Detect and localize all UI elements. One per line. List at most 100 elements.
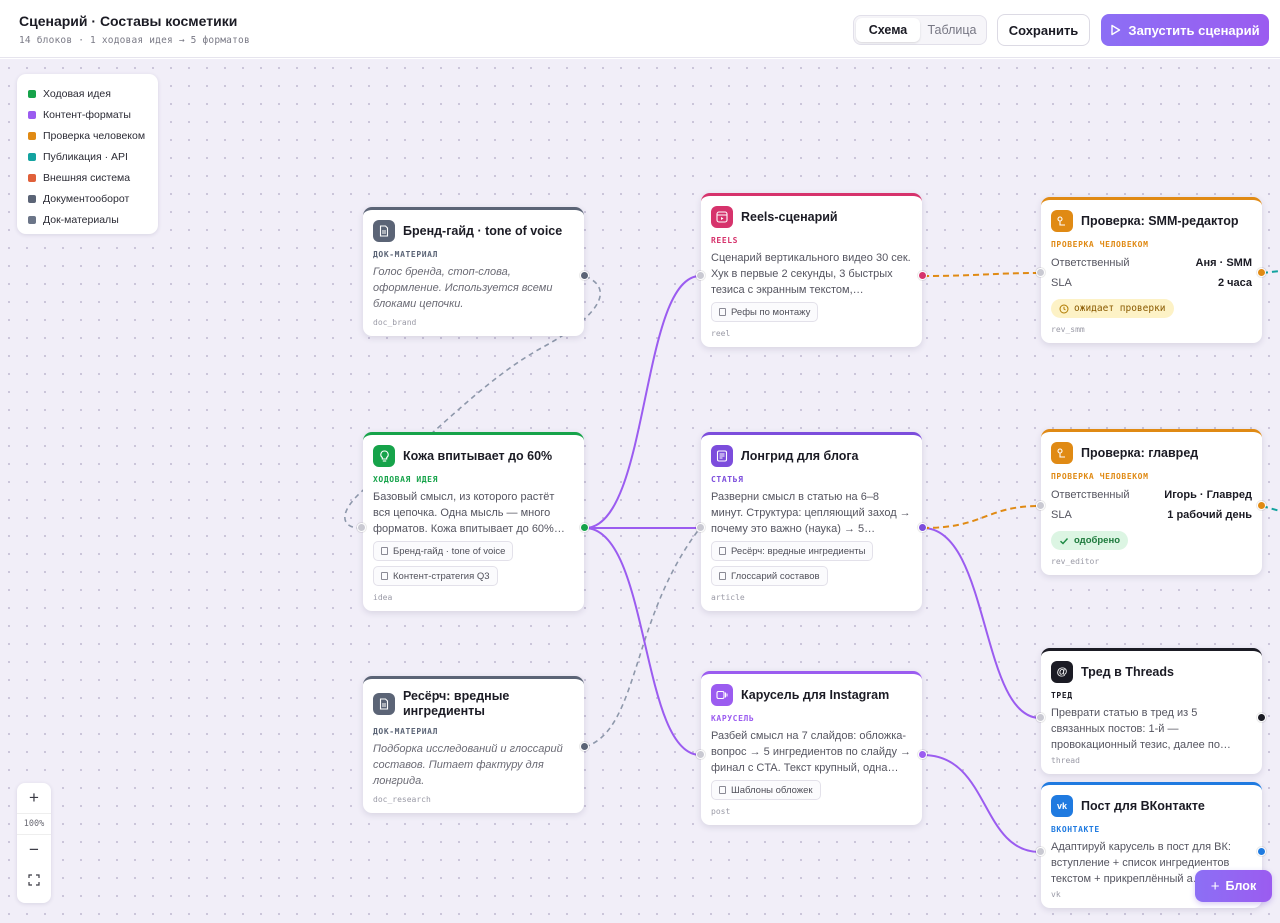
port-reels-in[interactable] <box>696 271 705 280</box>
node-description: Подборка исследований и глоссарий состав… <box>373 743 563 787</box>
fit-view-button[interactable] <box>17 865 51 895</box>
node-type: ХОДОВАЯ ИДЕЯ <box>373 475 438 484</box>
port-editor-in[interactable] <box>1036 501 1045 510</box>
node-reels[interactable]: Reels-сценарий REELS Сценарий вертикальн… <box>701 193 922 347</box>
port-longread-in[interactable] <box>696 523 705 532</box>
view-toggle: Схема Таблица <box>853 15 987 45</box>
tag-label: Бренд-гайд · tone of voice <box>393 545 506 557</box>
tag-list: Шаблоны обложек <box>701 775 922 805</box>
owner-label: Ответственный <box>1051 489 1130 501</box>
run-scenario-label: Запустить сценарий <box>1128 22 1260 38</box>
port-carousel-in[interactable] <box>696 750 705 759</box>
sla-row: SLA 2 часа <box>1041 273 1262 293</box>
node-description: Преврати статью в тред из 5 связанных по… <box>1051 707 1231 750</box>
add-block-label: Блок <box>1225 879 1257 893</box>
owner-label: Ответственный <box>1051 257 1130 269</box>
node-threads[interactable]: @ Тред в Threads ТРЕД Преврати статью в т… <box>1041 648 1262 774</box>
edge-idea-carousel <box>584 527 701 756</box>
check-icon <box>1060 537 1069 544</box>
node-id: rev_smm <box>1051 324 1085 334</box>
legend-item: Док-материалы <box>28 209 158 230</box>
node-id: doc_research <box>373 795 431 804</box>
node-type: ПРОВЕРКА ЧЕЛОВЕКОМ <box>1051 472 1149 481</box>
plus-icon: + <box>1210 877 1220 895</box>
port-research-out[interactable] <box>580 742 589 751</box>
doc-tag[interactable]: Ресёрч: вредные ингредиенты <box>711 541 874 561</box>
node-title: Лонгрид для блога <box>741 448 859 463</box>
port-editor-out[interactable] <box>1257 501 1266 510</box>
node-title: Кожа впитывает до 60% <box>403 448 553 463</box>
legend-item: Проверка человеком <box>28 125 158 146</box>
port-carousel-out[interactable] <box>918 750 927 759</box>
node-review-editor[interactable]: Проверка: главред ПРОВЕРКА ЧЕЛОВЕКОМ Отв… <box>1041 429 1262 575</box>
doc-tag[interactable]: Рефы по монтажу <box>711 302 819 322</box>
legend-item: Внешняя система <box>28 167 158 188</box>
document-icon <box>373 693 395 715</box>
node-id: post <box>711 807 731 816</box>
tab-table[interactable]: Таблица <box>920 18 984 42</box>
tag-list: Ресёрч: вредные ингредиенты Глоссарий со… <box>701 536 922 591</box>
port-smm-out[interactable] <box>1257 268 1266 277</box>
zoom-controls: + 100% − <box>17 783 51 903</box>
doc-tag[interactable]: Шаблоны обложек <box>711 780 821 800</box>
node-review-smm[interactable]: Проверка: SMM-редактор ПРОВЕРКА ЧЕЛОВЕКО… <box>1041 197 1262 343</box>
edge-idea-reels <box>584 275 701 529</box>
legend: Ходовая идея Контент-форматы Проверка че… <box>17 74 158 234</box>
zoom-in-button[interactable]: + <box>17 783 51 813</box>
save-button[interactable]: Сохранить <box>997 14 1090 46</box>
port-reels-out[interactable] <box>918 271 927 280</box>
port-brand-out[interactable] <box>580 271 589 280</box>
status-label: одобрено <box>1074 535 1121 546</box>
owner-value: Игорь · Главред <box>1164 489 1252 501</box>
sla-value: 1 рабочий день <box>1167 509 1252 521</box>
legend-dot <box>28 131 36 140</box>
status-badge: ожидает проверки <box>1051 299 1174 318</box>
node-idea[interactable]: Кожа впитывает до 60% ХОДОВАЯ ИДЕЯ Базов… <box>363 432 584 611</box>
legend-item: Публикация · API <box>28 146 158 167</box>
node-title: Бренд-гайд · tone of voice <box>403 223 563 238</box>
port-vk-in[interactable] <box>1036 847 1045 856</box>
tab-schema[interactable]: Схема <box>856 18 920 42</box>
article-icon <box>711 445 733 467</box>
legend-item: Документооборот <box>28 188 158 209</box>
edge-carousel-vk <box>922 754 1041 853</box>
zoom-level: 100% <box>17 813 51 835</box>
port-longread-out[interactable] <box>918 523 927 532</box>
run-scenario-button[interactable]: Запустить сценарий <box>1101 14 1269 46</box>
port-vk-out[interactable] <box>1257 847 1266 856</box>
legend-dot <box>28 89 36 98</box>
node-title: Проверка: главред <box>1081 445 1199 460</box>
port-smm-in[interactable] <box>1036 268 1045 277</box>
reviewer-icon <box>1051 442 1073 464</box>
node-description: Разверни смысл в статью на 6–8 минут. Ст… <box>711 491 911 535</box>
clock-icon <box>1059 304 1069 313</box>
owner-row: Ответственный Аня · SMM <box>1041 253 1262 273</box>
tag-list: Рефы по монтажу <box>701 297 922 327</box>
node-research[interactable]: Ресёрч: вредные ингредиенты ДОК-МАТЕРИАЛ… <box>363 676 584 813</box>
node-type: ВКОНТАКТЕ <box>1051 825 1100 834</box>
port-threads-in[interactable] <box>1036 713 1045 722</box>
doc-tag[interactable]: Контент-стратегия Q3 <box>373 566 498 586</box>
legend-label: Публикация · API <box>43 150 128 163</box>
node-title: Reels-сценарий <box>741 209 838 224</box>
legend-label: Док-материалы <box>43 213 119 226</box>
node-id: doc_brand <box>373 318 417 327</box>
node-longread[interactable]: Лонгрид для блога СТАТЬЯ Разверни смысл … <box>701 432 922 611</box>
node-carousel[interactable]: Карусель для Instagram КАРУСЕЛЬ Разбей с… <box>701 671 922 825</box>
doc-tag[interactable]: Глоссарий составов <box>711 566 828 586</box>
page-subtitle: 14 блоков · 1 ходовая идея → 5 форматов <box>19 35 250 46</box>
port-idea-out[interactable] <box>580 523 589 532</box>
node-type: REELS <box>711 236 739 245</box>
node-brand-guide[interactable]: Бренд-гайд · tone of voice ДОК-МАТЕРИАЛ … <box>363 207 584 336</box>
doc-tag[interactable]: Бренд-гайд · tone of voice <box>373 541 514 561</box>
flow-canvas[interactable]: Ходовая идея Контент-форматы Проверка че… <box>0 59 1280 923</box>
port-threads-out[interactable] <box>1257 713 1266 722</box>
node-title: Ресёрч: вредные ингредиенты <box>403 689 510 718</box>
document-icon <box>381 547 388 555</box>
zoom-out-button[interactable]: − <box>17 835 51 865</box>
play-icon <box>1111 24 1121 36</box>
node-description: Базовый смысл, из которого растёт вся це… <box>373 491 565 535</box>
node-description: Голос бренда, стоп-слова, оформление. Ис… <box>373 266 553 310</box>
add-block-button[interactable]: + Блок <box>1195 870 1272 902</box>
port-idea-in[interactable] <box>357 523 366 532</box>
